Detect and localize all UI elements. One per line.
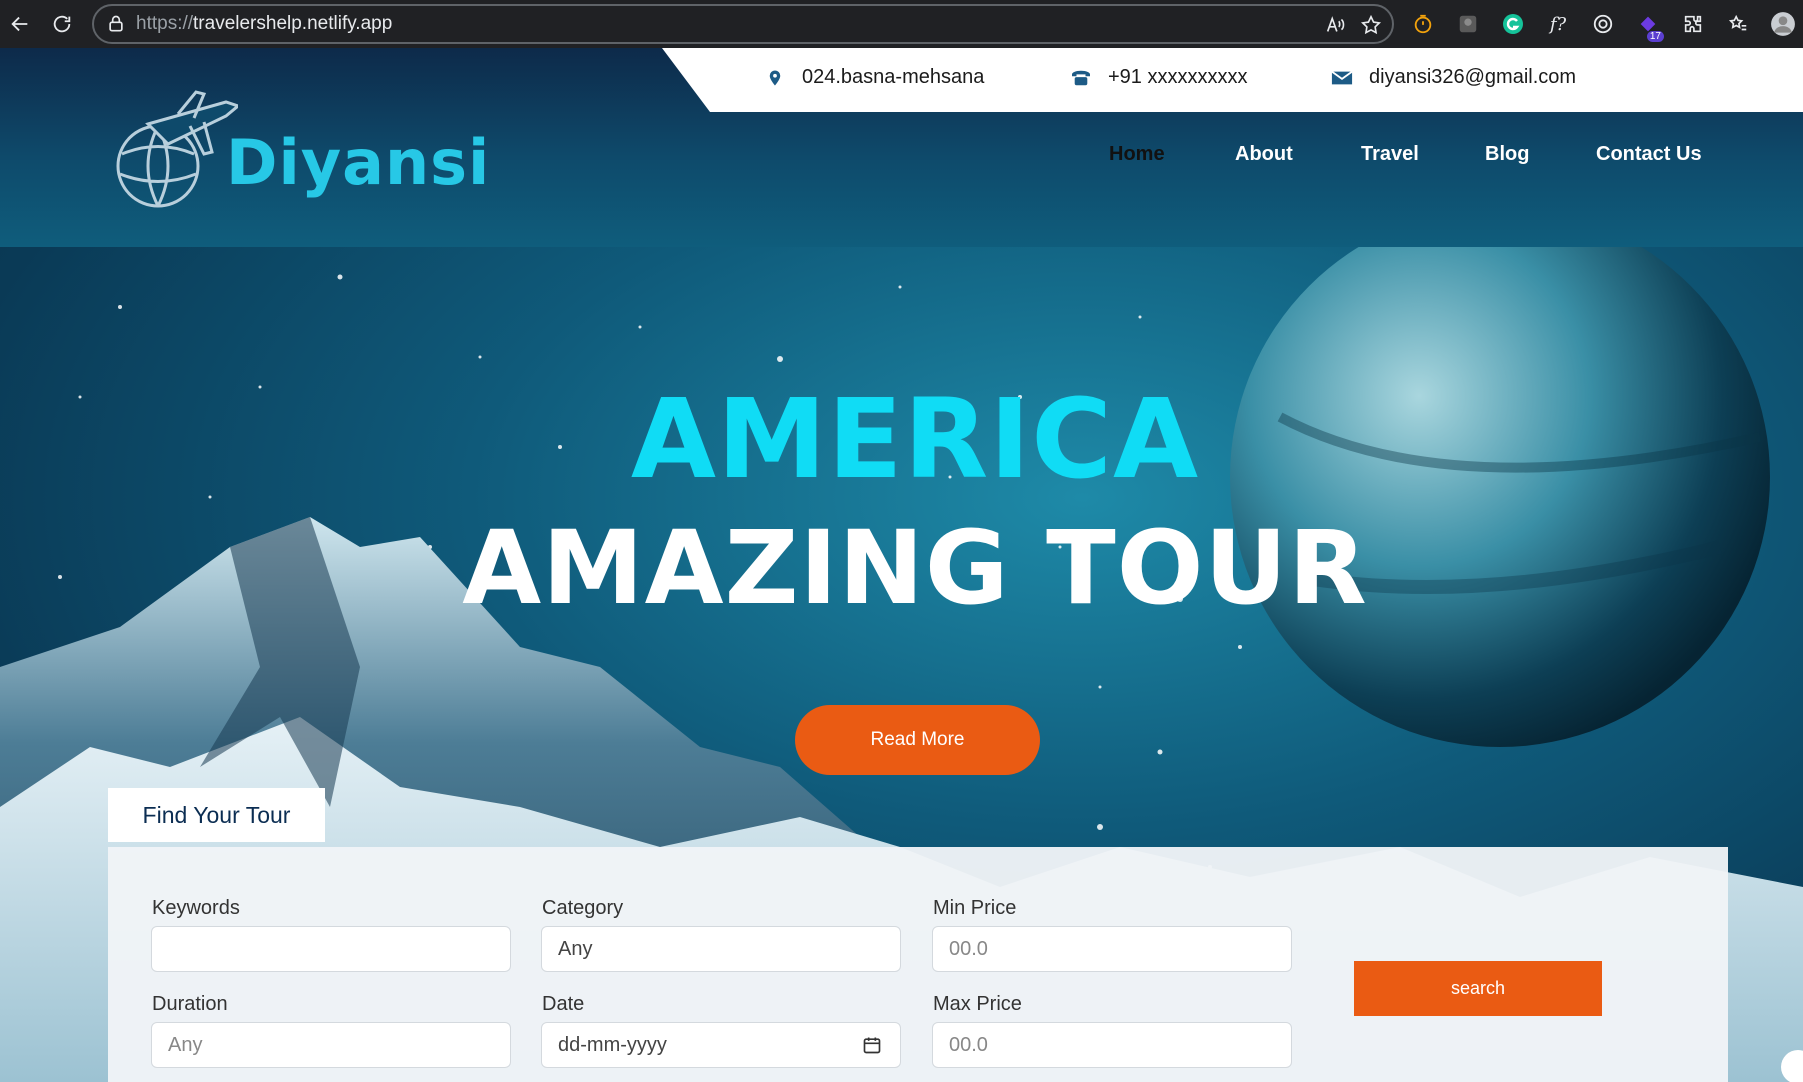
address-text: 024.basna-mehsana bbox=[802, 66, 985, 88]
email-text[interactable]: diyansi326@gmail.com bbox=[1369, 66, 1576, 89]
min-price-input[interactable]: 00.0 bbox=[932, 926, 1292, 972]
address-info: 024.basna-mehsana bbox=[764, 66, 984, 89]
nav-contact-us[interactable]: Contact Us bbox=[1596, 143, 1702, 166]
brand-logo[interactable]: Diyansi bbox=[108, 84, 498, 224]
hero-headline-secondary: AMAZING TOUR bbox=[462, 509, 1368, 628]
profile-avatar-icon[interactable] bbox=[1765, 6, 1801, 42]
browser-toolbar: https://travelershelp.netlify.app f? 17 bbox=[0, 0, 1803, 48]
image-extension-icon[interactable] bbox=[1450, 6, 1486, 42]
brand-name: Diyansi bbox=[226, 126, 491, 199]
category-label: Category bbox=[542, 897, 624, 919]
favorite-star-icon[interactable] bbox=[1356, 10, 1386, 40]
nav-home[interactable]: Home bbox=[1109, 143, 1165, 166]
extension-badge: 17 bbox=[1646, 31, 1664, 42]
find-your-tour-tab[interactable]: Find Your Tour bbox=[108, 788, 325, 842]
site-header: 024.basna-mehsana +91 xxxxxxxxxx diyansi… bbox=[0, 48, 1803, 247]
favorites-list-icon[interactable] bbox=[1720, 6, 1756, 42]
target-extension-icon[interactable] bbox=[1585, 6, 1621, 42]
search-button[interactable]: search bbox=[1354, 961, 1602, 1016]
date-input-value: dd-mm-yyyy bbox=[558, 1033, 667, 1056]
reload-icon[interactable] bbox=[44, 6, 80, 42]
site-info-icon[interactable] bbox=[106, 14, 126, 34]
calendar-icon[interactable] bbox=[862, 1035, 882, 1055]
email-info: diyansi326@gmail.com bbox=[1331, 66, 1576, 89]
font-extension-icon[interactable]: f? bbox=[1540, 6, 1576, 42]
read-aloud-icon[interactable] bbox=[1320, 10, 1350, 40]
keywords-input[interactable] bbox=[151, 926, 511, 972]
address-bar[interactable]: https://travelershelp.netlify.app bbox=[92, 4, 1394, 44]
duration-select[interactable]: Any bbox=[151, 1022, 511, 1068]
nav-about[interactable]: About bbox=[1235, 143, 1293, 166]
phone-text: +91 xxxxxxxxxx bbox=[1108, 66, 1248, 88]
envelope-icon bbox=[1331, 67, 1353, 89]
contact-topbar: 024.basna-mehsana +91 xxxxxxxxxx diyansi… bbox=[662, 48, 1803, 112]
read-more-button[interactable]: Read More bbox=[795, 705, 1040, 775]
nav-blog[interactable]: Blog bbox=[1485, 143, 1529, 166]
phone-icon bbox=[1070, 67, 1092, 89]
max-price-label: Max Price bbox=[933, 993, 1022, 1015]
grammarly-icon[interactable] bbox=[1495, 6, 1531, 42]
date-label: Date bbox=[542, 993, 585, 1015]
nav-travel[interactable]: Travel bbox=[1361, 143, 1419, 166]
hero-banner: AMERICA AMAZING TOUR Read More Find Your… bbox=[0, 247, 1803, 1082]
web-page: AMERICA AMAZING TOUR Read More Find Your… bbox=[0, 48, 1803, 1082]
phone-info: +91 xxxxxxxxxx bbox=[1070, 66, 1247, 89]
keywords-label: Keywords bbox=[152, 897, 240, 919]
extensions-puzzle-icon[interactable] bbox=[1675, 6, 1711, 42]
airplane-globe-logo-icon bbox=[116, 90, 238, 208]
hero-headline-primary: AMERICA bbox=[630, 375, 1200, 503]
scroll-to-top-button[interactable] bbox=[1781, 1050, 1803, 1082]
duration-label: Duration bbox=[152, 993, 228, 1015]
max-price-input[interactable]: 00.0 bbox=[932, 1022, 1292, 1068]
location-pin-icon bbox=[764, 67, 786, 89]
url-text[interactable]: https://travelershelp.netlify.app bbox=[136, 13, 392, 35]
timer-extension-icon[interactable] bbox=[1405, 6, 1441, 42]
min-price-label: Min Price bbox=[933, 897, 1017, 919]
date-input[interactable]: dd-mm-yyyy bbox=[541, 1022, 901, 1068]
back-arrow-icon[interactable] bbox=[2, 6, 38, 42]
category-select[interactable]: Any bbox=[541, 926, 901, 972]
tour-search-form: Keywords Category Any Min Price 00.0 Dur… bbox=[108, 847, 1728, 1082]
purple-extension-icon[interactable]: 17 bbox=[1630, 6, 1666, 42]
